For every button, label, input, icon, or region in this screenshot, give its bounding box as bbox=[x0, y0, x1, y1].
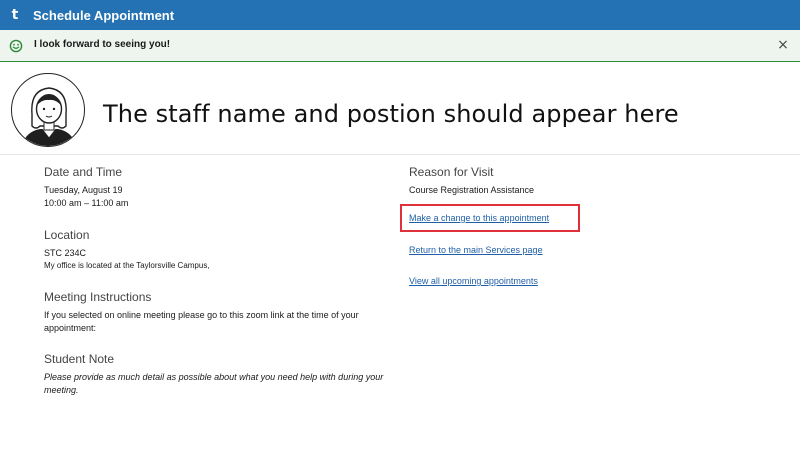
reason-section: Reason for Visit Course Registration Ass… bbox=[409, 165, 534, 197]
location-note: My office is located at the Taylorsville… bbox=[44, 261, 210, 270]
highlight-box bbox=[400, 204, 580, 232]
alert-message: I look forward to seeing you! bbox=[34, 39, 171, 50]
reason-title: Reason for Visit bbox=[409, 165, 494, 179]
appointment-date: Tuesday, August 19 bbox=[44, 185, 123, 195]
upcoming-appointments-link[interactable]: View all upcoming appointments bbox=[409, 276, 538, 286]
app-logo[interactable]: t bbox=[0, 0, 30, 30]
staff-name-position: The staff name and postion should appear… bbox=[103, 100, 679, 128]
top-bar: t Schedule Appointment bbox=[0, 0, 800, 30]
meeting-instructions-line1: If you selected on online meeting please… bbox=[44, 310, 359, 320]
success-alert: I look forward to seeing you! × bbox=[0, 30, 800, 62]
student-note-line2: meeting. bbox=[44, 385, 79, 395]
smile-icon bbox=[9, 39, 23, 53]
page-title: Schedule Appointment bbox=[33, 7, 175, 23]
location-section: Location STC 234C My office is located a… bbox=[44, 228, 210, 272]
appointment-time: 10:00 am – 11:00 am bbox=[44, 198, 129, 208]
close-icon[interactable]: × bbox=[776, 37, 790, 53]
student-note-section: Student Note Please provide as much deta… bbox=[44, 352, 394, 397]
student-note-line1: Please provide as much detail as possibl… bbox=[44, 372, 384, 382]
meeting-instructions-section: Meeting Instructions If you selected on … bbox=[44, 290, 394, 335]
student-note-title: Student Note bbox=[44, 352, 115, 366]
staff-header: The staff name and postion should appear… bbox=[0, 62, 800, 155]
services-page-link[interactable]: Return to the main Services page bbox=[409, 245, 543, 255]
date-time-section: Date and Time Tuesday, August 19 10:00 a… bbox=[44, 165, 128, 210]
location-title: Location bbox=[44, 228, 90, 242]
avatar bbox=[11, 73, 85, 147]
meeting-instructions-line2: appointment: bbox=[44, 323, 97, 333]
avatar-illustration bbox=[22, 87, 76, 146]
date-time-title: Date and Time bbox=[44, 165, 123, 179]
location-room: STC 234C bbox=[44, 248, 87, 258]
reason-value: Course Registration Assistance bbox=[409, 185, 535, 195]
meeting-instructions-title: Meeting Instructions bbox=[44, 290, 152, 304]
